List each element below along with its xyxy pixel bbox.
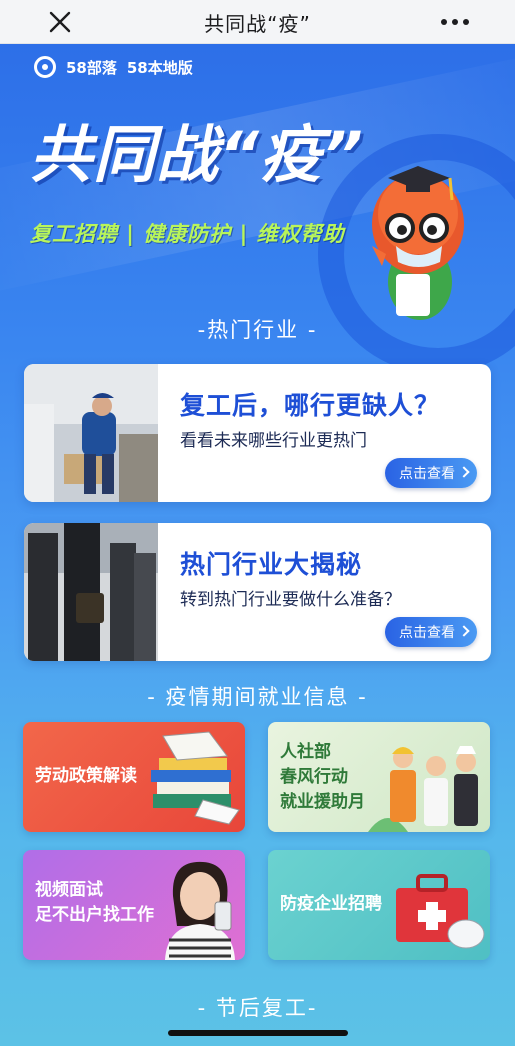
books-illustration <box>151 731 240 825</box>
feature-card-hot-industry[interactable]: 热门行业大揭秘 转到热门行业要做什么准备？ 点击查看 <box>24 523 491 661</box>
home-indicator[interactable] <box>168 1030 348 1036</box>
feature-description: 看看未来哪些行业更热门 <box>180 431 367 451</box>
tile-epidemic-recruitment[interactable]: 防疫企业招聘 <box>268 850 490 960</box>
view-details-button[interactable]: 点击查看 <box>385 617 477 647</box>
tile-spring-action[interactable]: 人社部 春风行动 就业援助月 <box>268 722 490 832</box>
feature-heading: 热门行业大揭秘 <box>180 550 363 579</box>
business-people-photo <box>24 523 158 661</box>
brand-row: 58部落 58本地版 <box>34 56 193 78</box>
more-dot-icon <box>452 19 458 25</box>
button-label: 点击查看 <box>399 466 455 482</box>
more-button[interactable] <box>435 6 475 38</box>
workers-illustration <box>368 746 478 832</box>
first-aid-kit-illustration <box>396 874 485 949</box>
view-details-button[interactable]: 点击查看 <box>385 458 477 488</box>
tile-label-line: 人社部 <box>280 742 331 762</box>
tile-label: 劳动政策解读 <box>35 766 137 786</box>
more-dot-icon <box>463 19 469 25</box>
tile-label: 视频面试 足不出户找工作 <box>35 878 154 928</box>
tile-label-line: 就业援助月 <box>280 792 365 812</box>
woman-with-phone-illustration <box>165 861 235 960</box>
tile-video-interview[interactable]: 视频面试 足不出户找工作 <box>23 850 245 960</box>
brand-name-58-tribe: 58部落 <box>66 58 117 77</box>
chevron-right-icon <box>458 625 470 637</box>
feature-description: 转到热门行业要做什么准备？ <box>180 590 401 610</box>
more-dot-icon <box>441 19 447 25</box>
chevron-right-icon <box>458 466 470 478</box>
brand-logo-icon <box>34 56 56 78</box>
worker-photo <box>24 364 158 502</box>
hero-title: 共同战“疫” <box>30 118 364 191</box>
mascot-illustration <box>372 166 464 320</box>
button-label: 点击查看 <box>399 625 455 641</box>
feature-heading: 复工后，哪行更缺人？ <box>180 391 441 420</box>
tile-label-line: 视频面试 <box>35 880 103 900</box>
section-title-employment-info: - 疫情期间就业信息 - <box>147 685 368 709</box>
campaign-page[interactable]: 58部落 58本地版 共同战“疫” 复工招聘 | 健康防护 | 维权帮助 -热门… <box>0 44 515 1046</box>
feature-card-shortage[interactable]: 复工后，哪行更缺人？ 看看未来哪些行业更热门 点击查看 <box>24 364 491 502</box>
tile-label: 防疫企业招聘 <box>280 894 382 914</box>
brand-name-58-local: 58本地版 <box>126 58 193 77</box>
tile-labor-policy[interactable]: 劳动政策解读 <box>23 722 245 832</box>
tile-label: 人社部 春风行动 就业援助月 <box>280 740 365 815</box>
tile-label-line: 足不出户找工作 <box>35 905 154 925</box>
hero-subtitle: 复工招聘 | 健康防护 | 维权帮助 <box>30 222 345 246</box>
tile-label-line: 春风行动 <box>280 767 348 787</box>
section-title-hot-industry: -热门行业 - <box>197 318 318 342</box>
top-navbar: 共同战“疫” <box>0 0 515 44</box>
section-title-after-holiday: - 节后复工- <box>197 996 318 1020</box>
